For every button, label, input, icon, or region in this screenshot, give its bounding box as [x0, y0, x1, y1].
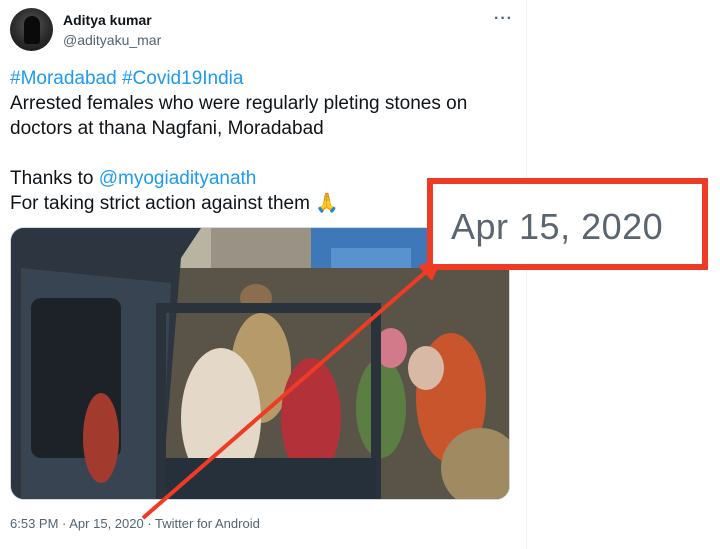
tweet-line-2: Arrested females who were regularly plet… [10, 93, 468, 114]
mention-link[interactable]: @myogiadityanath [99, 168, 257, 189]
zoom-date-text: Apr 15, 2020 [451, 206, 664, 247]
meta-separator: · [58, 516, 70, 531]
tweet-timestamp: 6:53 PM · Apr 15, 2020 · Twitter for And… [10, 516, 260, 531]
tweet-date[interactable]: Apr 15, 2020 [69, 516, 143, 531]
date-zoom-callout: Apr 15, 2020 [427, 178, 708, 270]
user-handle[interactable]: @adityaku_mar [63, 32, 161, 48]
tweet-line-3: doctors at thana Nagfani, Moradabad [10, 118, 324, 139]
display-name[interactable]: Aditya kumar [63, 12, 152, 28]
tweet-line-5-text: For taking strict action against them [10, 193, 310, 214]
tweet-time[interactable]: 6:53 PM [10, 516, 58, 531]
avatar-figure [24, 16, 40, 44]
tweet-card: Aditya kumar @adityaku_mar ··· #Moradaba… [0, 0, 527, 549]
meta-separator-2: · [143, 516, 156, 531]
more-horizontal-icon[interactable]: ··· [494, 10, 513, 28]
hashtag-moradabad-link[interactable]: #Moradabad [10, 68, 117, 89]
thanks-prefix: Thanks to [10, 168, 99, 189]
tweet-source[interactable]: Twitter for Android [155, 516, 260, 531]
hashtag-line: #Moradabad #Covid19India [10, 66, 515, 91]
hashtag-covid-link[interactable]: #Covid19India [122, 68, 243, 89]
folded-hands-emoji: 🙏 [315, 193, 339, 214]
avatar[interactable] [10, 8, 53, 51]
